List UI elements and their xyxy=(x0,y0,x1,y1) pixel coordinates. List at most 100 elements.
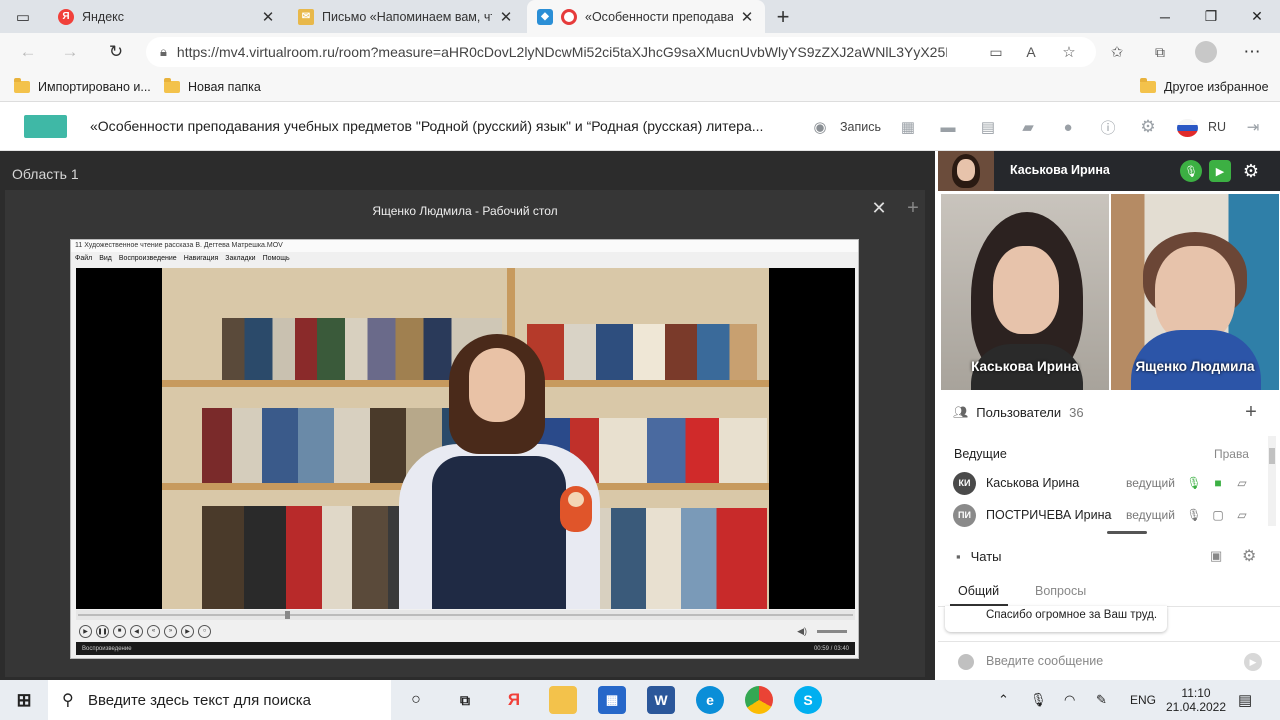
stop-icon[interactable]: ■ xyxy=(113,624,126,638)
video-tile-yaschenko[interactable]: Ященко Людмила xyxy=(1111,194,1279,390)
forward-icon[interactable]: → xyxy=(53,33,87,71)
input-language[interactable]: ENG xyxy=(1130,680,1156,720)
wifi-icon[interactable]: ◠ xyxy=(1064,680,1075,720)
camera-on-icon[interactable]: ■ xyxy=(1206,476,1230,490)
cortana-icon[interactable]: ○ xyxy=(402,686,430,714)
camera-off-icon[interactable]: ▢ xyxy=(1206,508,1230,522)
camera-icon[interactable]: ▶ xyxy=(1209,160,1231,182)
menu-item[interactable]: Навигация xyxy=(184,255,219,265)
add-user-icon[interactable]: + xyxy=(1240,401,1262,423)
seek-bar[interactable] xyxy=(76,610,855,620)
tab-questions[interactable]: Вопросы xyxy=(1035,584,1086,598)
pause-icon[interactable]: ❚❚ xyxy=(96,624,109,638)
tray-chevron-icon[interactable]: ⌃ xyxy=(998,680,1009,720)
microphone-tray-icon[interactable]: 🎙︎ xyxy=(1030,680,1047,720)
document-icon[interactable]: ▤ xyxy=(977,116,999,138)
read-aloud-icon[interactable]: A xyxy=(1014,33,1048,71)
bookmark-imported[interactable]: Импортировано и... xyxy=(14,76,151,98)
new-tab-icon[interactable]: + xyxy=(766,0,800,36)
files-icon[interactable]: ▰ xyxy=(1017,116,1039,138)
add-icon[interactable]: + xyxy=(901,196,925,220)
next-icon[interactable]: ▶ xyxy=(181,624,194,638)
exit-icon[interactable]: ⇥ xyxy=(1242,116,1264,138)
taskbar-search[interactable]: ⚲ Введите здесь текст для поиска xyxy=(48,680,391,720)
microphone-icon[interactable]: 🎙︎ xyxy=(1180,160,1202,182)
self-thumbnail[interactable] xyxy=(938,151,994,191)
collections-icon[interactable]: ⧉ xyxy=(1143,33,1177,71)
back-icon[interactable]: ← xyxy=(11,33,45,71)
panel-resize-handle[interactable] xyxy=(1107,531,1147,534)
pen-icon[interactable]: ✎ xyxy=(1096,680,1107,720)
bookmark-new-folder[interactable]: Новая папка xyxy=(164,76,261,98)
record-label[interactable]: Запись xyxy=(840,120,881,134)
restore-icon[interactable]: ❐ xyxy=(1188,0,1234,33)
video-frame[interactable] xyxy=(76,268,855,609)
more-icon[interactable]: ⋯ xyxy=(1235,33,1269,71)
camera-icon[interactable]: ▭ xyxy=(979,33,1013,71)
menu-item[interactable]: Воспроизведение xyxy=(119,255,177,265)
reload-icon[interactable]: ↻ xyxy=(99,33,133,71)
menu-item[interactable]: Файл xyxy=(75,255,92,265)
settings-icon[interactable]: ⚙ xyxy=(1240,160,1262,182)
users-header[interactable]: 👥︎ Пользователи 36 xyxy=(938,397,1280,427)
users-scrollbar[interactable] xyxy=(1268,436,1276,526)
url-field[interactable]: 🔒︎ https://mv4.virtualroom.ru/room?measu… xyxy=(146,37,1096,67)
export-chat-icon[interactable]: ▣ xyxy=(1210,548,1222,564)
chat-settings-icon[interactable]: ⚙ xyxy=(1242,546,1256,566)
favorites-icon[interactable]: ✩ xyxy=(1100,33,1134,71)
task-view-icon[interactable]: ⧉ xyxy=(451,686,479,714)
user-row[interactable]: ПИ ПОСТРИЧЕВА Ирина ведущий 🎙︎ ▢ ▱ xyxy=(953,502,1263,528)
other-bookmarks[interactable]: Другое избранное xyxy=(1140,76,1269,98)
rewind-icon[interactable]: « xyxy=(147,624,160,638)
seek-knob[interactable] xyxy=(285,611,290,619)
volume-slider[interactable] xyxy=(817,629,847,633)
file-explorer-icon[interactable] xyxy=(549,686,577,714)
play-icon[interactable]: ▶ xyxy=(79,624,92,638)
tab-general[interactable]: Общий xyxy=(958,584,999,598)
send-icon[interactable]: ▶ xyxy=(1244,653,1262,671)
volume-icon[interactable]: ◀) xyxy=(797,626,807,637)
skype-icon[interactable]: S xyxy=(794,686,822,714)
record-icon[interactable]: ◉ xyxy=(809,116,831,138)
tab-actions-icon[interactable]: ▭ xyxy=(6,0,40,36)
close-tab-icon[interactable]: ✕ xyxy=(739,8,755,26)
clock[interactable]: 11:10 21.04.2022 xyxy=(1166,680,1226,720)
notifications-icon[interactable]: ▤ xyxy=(1238,680,1252,720)
menu-item[interactable]: Закладки xyxy=(225,255,255,265)
loop-icon[interactable]: ○ xyxy=(198,624,211,638)
video-tile-kaskova[interactable]: Каськова Ирина xyxy=(941,194,1109,390)
tab-mail[interactable]: ✉ Письмо «Напоминаем вам, что ✕ xyxy=(288,0,524,33)
screen-off-icon[interactable]: ▱ xyxy=(1230,508,1254,522)
app-logo[interactable] xyxy=(24,115,67,138)
minimize-icon[interactable]: ─ xyxy=(1142,0,1188,33)
media-player-window[interactable]: 11 Художественное чтение рассказа В. Дег… xyxy=(70,239,859,659)
users-icon[interactable]: ● xyxy=(1057,116,1079,138)
close-icon[interactable]: ✕ xyxy=(867,196,891,220)
chrome-icon[interactable] xyxy=(745,686,773,714)
windows-start-icon[interactable]: ⊞ xyxy=(10,686,38,714)
menu-item[interactable]: Вид xyxy=(99,255,112,265)
info-icon[interactable]: ⓘ xyxy=(1097,116,1119,138)
tab-virtualroom[interactable]: ◆ «Особенности преподава ✕ xyxy=(527,0,765,33)
ru-flag-icon[interactable] xyxy=(1177,119,1198,137)
screen-share-icon[interactable]: ▬ xyxy=(937,116,959,138)
layout-icon[interactable]: ▦ xyxy=(897,116,919,138)
add-favorite-icon[interactable]: ☆ xyxy=(1052,33,1086,71)
profile-icon[interactable] xyxy=(1189,33,1223,71)
user-row[interactable]: КИ Каськова Ирина ведущий 🎙︎ ■ ▱ xyxy=(953,470,1263,496)
word-icon[interactable]: W xyxy=(647,686,675,714)
screen-off-icon[interactable]: ▱ xyxy=(1230,476,1254,490)
forward-icon[interactable]: » xyxy=(164,624,177,638)
menu-item[interactable]: Помощь xyxy=(263,255,290,265)
tab-yandex[interactable]: Я Яндекс ✕ xyxy=(48,0,286,33)
yandex-browser-icon[interactable]: Я xyxy=(500,686,528,714)
language-label[interactable]: RU xyxy=(1208,120,1226,134)
emoji-icon[interactable] xyxy=(958,654,974,670)
message-input[interactable]: Введите сообщение ▶ xyxy=(938,641,1280,680)
close-tab-icon[interactable]: ✕ xyxy=(498,8,514,26)
previous-icon[interactable]: ◀ xyxy=(130,624,143,638)
close-window-icon[interactable]: ✕ xyxy=(1234,0,1280,33)
edge-icon[interactable]: e xyxy=(696,686,724,714)
close-tab-icon[interactable]: ✕ xyxy=(260,8,276,26)
microphone-on-icon[interactable]: 🎙︎ xyxy=(1182,476,1206,490)
